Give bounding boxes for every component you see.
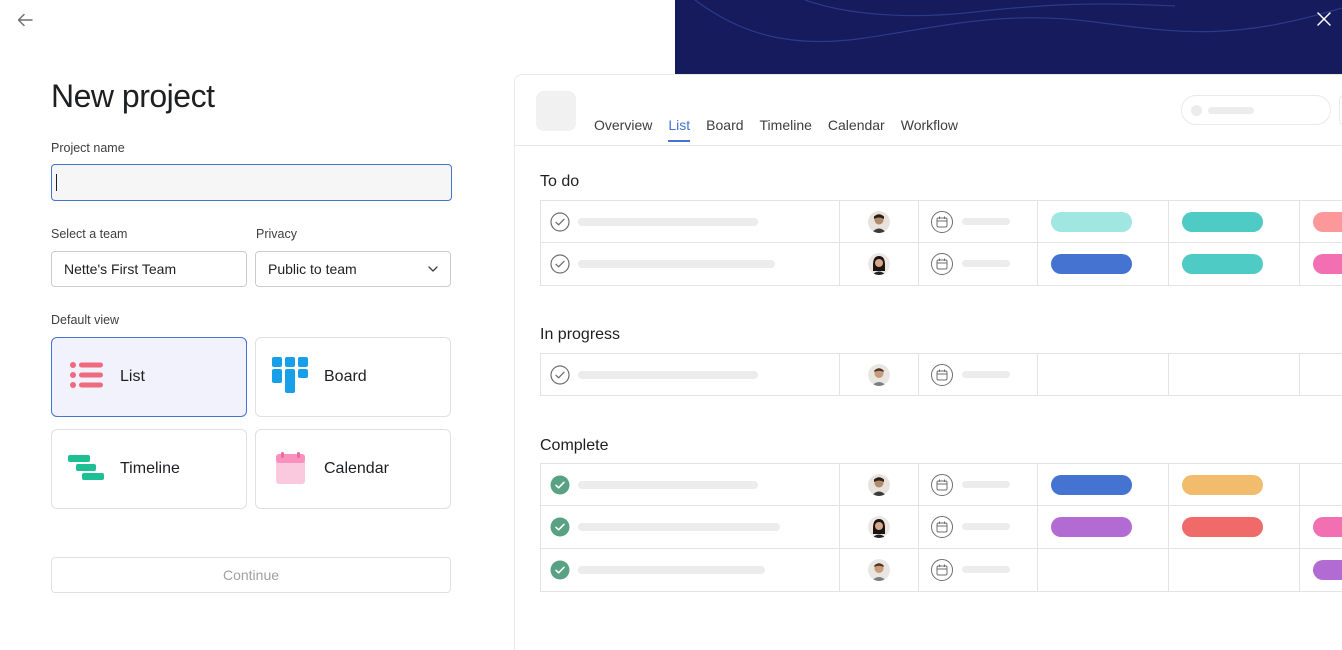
close-button[interactable] (1314, 9, 1334, 29)
task-name-placeholder (578, 523, 780, 531)
close-icon (1317, 12, 1331, 26)
privacy-select[interactable]: Public to team (255, 251, 451, 287)
avatar (868, 559, 890, 581)
tag-placeholder (1051, 475, 1132, 495)
view-option-label: Timeline (120, 460, 180, 477)
section-title-complete: Complete (540, 437, 609, 454)
calendar-icon (931, 211, 953, 233)
view-option-label: List (120, 368, 145, 385)
preview-tabs: Overview List Board Timeline Calendar Wo… (594, 117, 974, 142)
privacy-label: Privacy (256, 227, 297, 241)
tag-placeholder (1051, 517, 1132, 537)
due-date-placeholder (962, 566, 1010, 573)
calendar-icon (276, 452, 305, 484)
list-icon (70, 362, 103, 388)
calendar-icon (931, 364, 953, 386)
view-option-calendar[interactable]: Calendar (255, 429, 451, 509)
arrow-left-icon (17, 13, 33, 27)
tab-calendar: Calendar (827, 117, 885, 133)
due-date-placeholder (962, 371, 1010, 378)
section-title-in-progress: In progress (540, 326, 621, 343)
tab-overview: Overview (594, 117, 653, 133)
team-value: Nette's First Team (64, 261, 177, 277)
section-title-todo: To do (540, 173, 580, 190)
check-circle-icon (550, 254, 570, 274)
continue-button[interactable]: Continue (51, 557, 451, 593)
avatar (868, 364, 890, 386)
view-option-timeline[interactable]: Timeline (51, 429, 247, 509)
calendar-icon (931, 253, 953, 275)
task-row (540, 200, 1342, 243)
task-row (540, 549, 1342, 592)
tag-placeholder (1182, 475, 1263, 495)
view-option-label: Board (324, 368, 367, 385)
tag-placeholder (1313, 560, 1342, 580)
task-name-placeholder (578, 481, 758, 489)
due-date-placeholder (962, 481, 1010, 488)
due-date-placeholder (962, 218, 1010, 225)
chevron-down-icon (428, 266, 438, 272)
tab-timeline: Timeline (759, 117, 812, 133)
new-project-page: New project Project name Select a team P… (0, 0, 1342, 650)
project-preview: Overview List Board Timeline Calendar Wo… (514, 74, 1342, 650)
timeline-icon (68, 455, 104, 480)
tag-placeholder (1182, 517, 1263, 537)
team-input[interactable]: Nette's First Team (51, 251, 247, 287)
tag-placeholder (1182, 254, 1263, 274)
check-circle-filled-icon (550, 475, 570, 495)
calendar-icon (931, 559, 953, 581)
tab-board: Board (706, 117, 744, 133)
tag-placeholder (1313, 212, 1342, 232)
team-label: Select a team (51, 227, 128, 241)
back-button[interactable] (14, 9, 36, 31)
text-caret (56, 174, 57, 191)
avatar (868, 211, 890, 233)
task-row (540, 243, 1342, 286)
due-date-placeholder (962, 260, 1010, 267)
avatar (868, 516, 890, 538)
tab-workflow: Workflow (900, 117, 959, 133)
project-name-label: Project name (51, 141, 125, 155)
board-icon (272, 357, 308, 393)
tag-placeholder (1182, 212, 1263, 232)
avatar (868, 253, 890, 275)
task-row (540, 506, 1342, 549)
tab-list: List (668, 117, 691, 142)
tag-placeholder (1313, 517, 1342, 537)
tag-placeholder (1051, 212, 1132, 232)
search-placeholder (1181, 95, 1331, 125)
view-option-label: Calendar (324, 460, 389, 477)
decorative-banner (675, 0, 1342, 74)
due-date-placeholder (962, 523, 1010, 530)
calendar-icon (931, 516, 953, 538)
page-title: New project (51, 78, 215, 114)
tag-placeholder (1313, 254, 1342, 274)
calendar-icon (931, 474, 953, 496)
privacy-value: Public to team (268, 261, 357, 277)
project-icon-placeholder (536, 91, 576, 131)
wave-pattern-icon (694, 0, 1342, 43)
task-row (540, 463, 1342, 506)
tag-placeholder (1051, 254, 1132, 274)
task-row (540, 353, 1342, 396)
view-option-board[interactable]: Board (255, 337, 451, 417)
task-name-placeholder (578, 566, 765, 574)
check-circle-icon (550, 212, 570, 232)
header-divider (515, 145, 1342, 146)
task-name-placeholder (578, 260, 775, 268)
project-name-input[interactable] (51, 164, 452, 201)
task-name-placeholder (578, 218, 758, 226)
default-view-label: Default view (51, 313, 120, 327)
check-circle-filled-icon (550, 560, 570, 580)
view-option-list[interactable]: List (51, 337, 247, 417)
avatar (868, 474, 890, 496)
check-circle-filled-icon (550, 517, 570, 537)
task-name-placeholder (578, 371, 758, 379)
check-circle-icon (550, 365, 570, 385)
